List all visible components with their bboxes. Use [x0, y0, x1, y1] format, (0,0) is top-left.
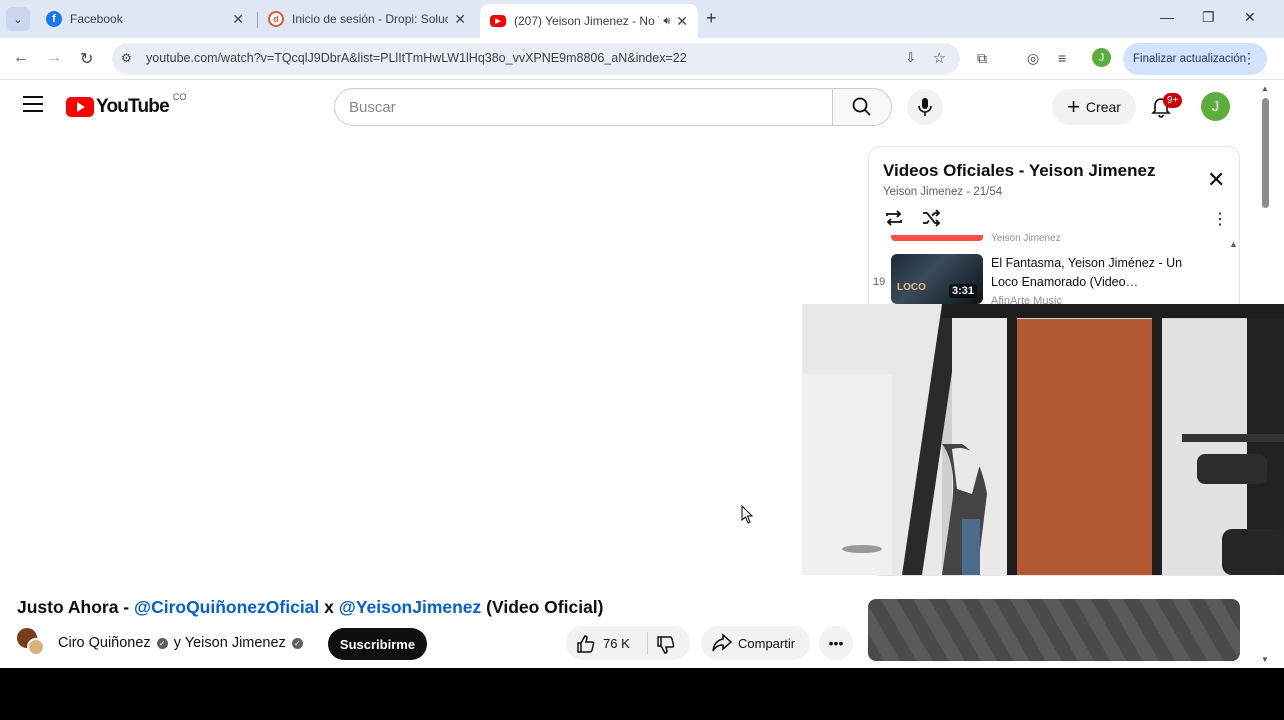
like-count: 76 K: [603, 636, 630, 651]
video-title: Justo Ahora - @CiroQuiñonezOficial x @Ye…: [17, 597, 604, 618]
previous-item-channel: Yeison Jimenez: [991, 233, 1061, 244]
playlist-item-thumbnail[interactable]: LOCO 3:31: [891, 254, 983, 304]
close-icon[interactable]: ✕: [1207, 167, 1225, 193]
extensions-icon[interactable]: ⧉: [977, 50, 987, 67]
extension-icon[interactable]: ◎: [1027, 50, 1039, 67]
more-vert-icon[interactable]: ⋮: [1212, 209, 1228, 229]
close-tab-icon[interactable]: ✕: [232, 11, 244, 28]
search-icon: [852, 97, 871, 116]
site-info-icon[interactable]: ⚙: [121, 51, 132, 65]
update-button[interactable]: Finalizar actualización ⋮: [1123, 43, 1267, 75]
tab-title: (207) Yeison Jimenez - No T: [514, 14, 660, 28]
webcam-scene: [802, 304, 1284, 575]
notification-badge: 9+: [1163, 93, 1183, 108]
playlist-subtitle: Yeison Jimenez - 21/54: [883, 186, 1003, 198]
playlist-item-index: 19: [873, 276, 886, 288]
letterbox-bar: [0, 668, 1284, 720]
tab-dropi[interactable]: d Inicio de sesión - Dropi: Solucio ✕: [258, 5, 476, 33]
channel-name[interactable]: Ciro Quiñonez: [58, 635, 151, 651]
scroll-up-icon[interactable]: ▲: [1261, 84, 1269, 93]
title-text: (Video Oficial): [481, 597, 604, 617]
country-code: CO: [172, 92, 187, 102]
share-label: Compartir: [738, 635, 796, 651]
search-input[interactable]: Buscar: [334, 88, 833, 126]
account-avatar[interactable]: J: [1201, 92, 1230, 121]
channel-names[interactable]: Ciro Quiñonez ✓ y Yeison Jimenez ✓: [58, 635, 305, 651]
create-button[interactable]: + Crear: [1052, 89, 1136, 125]
playlist-title[interactable]: Videos Oficiales - Yeison Jimenez: [883, 161, 1155, 181]
scrollbar-thumb[interactable]: [1262, 98, 1269, 208]
webcam-overlay: [802, 304, 1284, 575]
create-label: Crear: [1085, 99, 1121, 115]
more-actions-button[interactable]: •••: [819, 626, 853, 660]
channel-name[interactable]: Yeison Jimenez: [185, 635, 286, 651]
restore-icon[interactable]: ❐: [1202, 9, 1215, 26]
dropi-icon: d: [268, 11, 284, 27]
profile-icon[interactable]: J: [1092, 48, 1111, 67]
youtube-play-icon: [66, 97, 94, 117]
previous-item-progress: [891, 235, 983, 241]
mention-link[interactable]: @CiroQuiñonezOficial: [134, 597, 319, 617]
like-icon[interactable]: [576, 634, 596, 654]
tab-title: Inicio de sesión - Dropi: Solucio: [292, 12, 449, 26]
thumbnail-logo: LOCO: [897, 282, 926, 293]
promo-banner[interactable]: [868, 599, 1240, 661]
minimize-icon[interactable]: —: [1160, 9, 1174, 25]
channel-connector: y: [173, 635, 181, 651]
address-bar[interactable]: ⚙ youtube.com/watch?v=TQcqlJ9DbrA&list=P…: [112, 43, 960, 75]
close-tab-icon[interactable]: ✕: [676, 13, 688, 30]
title-text: Justo Ahora -: [17, 597, 134, 617]
verified-icon: ✓: [291, 637, 303, 649]
subscribe-button[interactable]: Suscribirme: [328, 628, 427, 660]
browser-toolbar: ← → ↻ ⚙ youtube.com/watch?v=TQcqlJ9DbrA&…: [0, 38, 1284, 80]
media-controls-icon[interactable]: ≡: [1058, 50, 1066, 66]
search-button[interactable]: [832, 88, 892, 126]
shuffle-icon[interactable]: [920, 207, 942, 229]
update-label: Finalizar actualización: [1133, 53, 1247, 65]
logo-text: YouTube: [96, 96, 170, 117]
new-tab-button[interactable]: +: [706, 8, 717, 29]
like-dislike-group: 76 K: [566, 626, 690, 660]
duration-badge: 3:31: [948, 284, 977, 298]
avatar-yeison: [27, 638, 45, 656]
close-window-icon[interactable]: ✕: [1244, 9, 1256, 26]
hamburger-menu-icon[interactable]: [23, 96, 43, 112]
playlist-item-title[interactable]: El Fantasma, Yeison Jiménez - Un Loco En…: [991, 254, 1191, 292]
reload-icon[interactable]: ↻: [80, 49, 93, 69]
scroll-up-icon[interactable]: ▲: [1229, 239, 1238, 249]
plus-icon: +: [1067, 94, 1080, 119]
back-icon[interactable]: ←: [13, 49, 29, 67]
speaker-icon[interactable]: 🔊︎: [663, 15, 670, 28]
screen: ⌄ f Facebook ✕ d Inicio de sesión - Drop…: [0, 0, 1284, 668]
youtube-logo[interactable]: YouTube CO: [66, 92, 186, 118]
scroll-down-icon[interactable]: ▼: [1261, 655, 1269, 664]
browser-tab-strip: ⌄ f Facebook ✕ d Inicio de sesión - Drop…: [0, 0, 1284, 38]
install-app-icon[interactable]: ⇩: [905, 50, 916, 66]
voice-search-button[interactable]: [907, 89, 943, 125]
microphone-icon: [918, 98, 932, 116]
dislike-icon[interactable]: [656, 635, 676, 655]
divider: [647, 632, 648, 654]
loop-icon[interactable]: [883, 207, 905, 229]
youtube-tab-icon: ▶: [490, 15, 506, 27]
tab-youtube[interactable]: ▶ (207) Yeison Jimenez - No T 🔊︎ ✕: [480, 4, 698, 38]
channel-avatar[interactable]: [17, 628, 45, 656]
share-icon: [712, 633, 733, 652]
search-placeholder: Buscar: [349, 99, 396, 116]
bookmark-star-icon[interactable]: ☆: [933, 49, 946, 67]
facebook-icon: f: [46, 11, 62, 27]
more-menu-icon[interactable]: ⋮: [1242, 50, 1256, 67]
close-tab-icon[interactable]: ✕: [454, 11, 466, 28]
share-button[interactable]: Compartir: [701, 626, 810, 660]
forward-icon[interactable]: →: [46, 49, 62, 67]
verified-icon: ✓: [156, 637, 168, 649]
title-text: x: [319, 597, 339, 617]
url-text[interactable]: youtube.com/watch?v=TQcqlJ9DbrA&list=PLl…: [146, 51, 687, 65]
tab-facebook[interactable]: f Facebook ✕: [36, 5, 254, 33]
mouse-cursor-icon: [741, 505, 754, 524]
tab-search-button[interactable]: ⌄: [6, 7, 30, 31]
more-horiz-icon: •••: [828, 635, 844, 651]
mention-link[interactable]: @YeisonJimenez: [339, 597, 482, 617]
tab-title: Facebook: [70, 12, 123, 26]
